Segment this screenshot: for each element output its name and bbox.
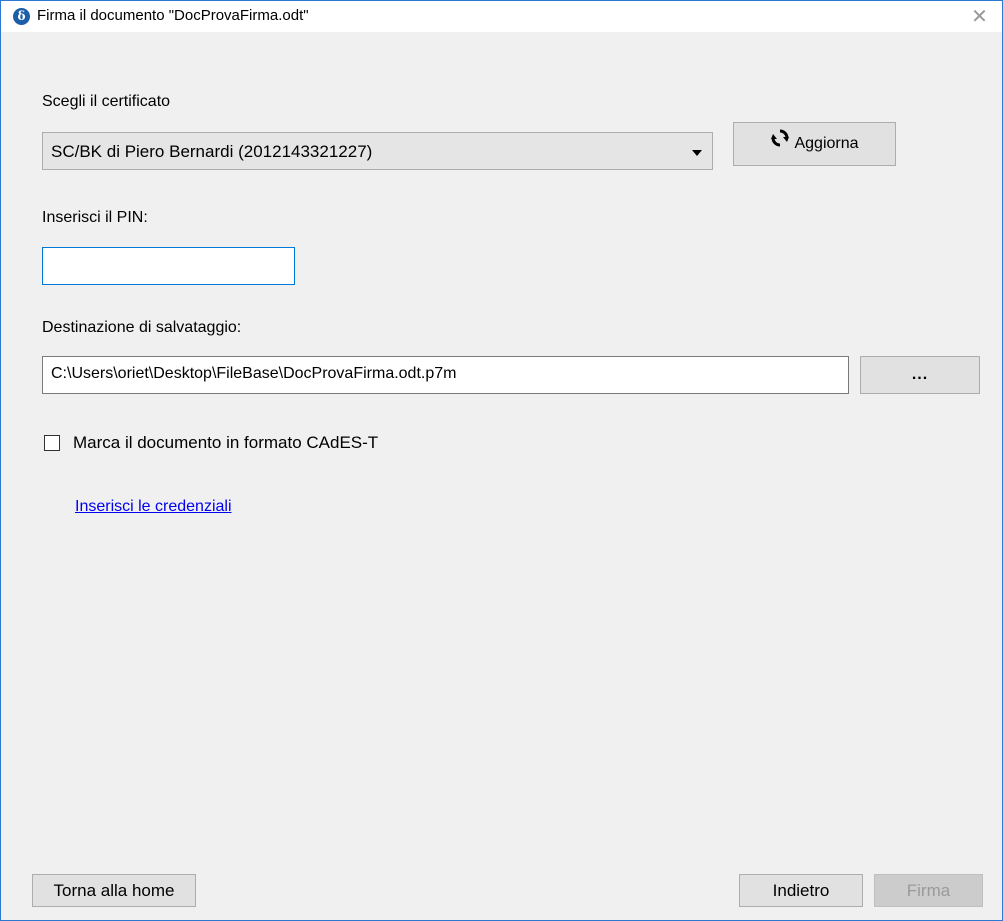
certificate-selected-value: SC/BK di Piero Bernardi (2012143321227) xyxy=(51,142,373,161)
credentials-link[interactable]: Inserisci le credenziali xyxy=(75,498,232,516)
destination-label: Destinazione di salvataggio: xyxy=(42,319,242,336)
chevron-down-icon xyxy=(692,150,702,156)
destination-path-field[interactable]: C:\Users\oriet\Desktop\FileBase\DocProva… xyxy=(42,356,849,394)
browse-button[interactable]: ... xyxy=(860,356,980,394)
cades-checkbox[interactable] xyxy=(44,435,60,451)
title-bar: δ Firma il documento "DocProvaFirma.odt"… xyxy=(1,1,1002,32)
certificate-select[interactable]: SC/BK di Piero Bernardi (2012143321227) xyxy=(42,132,713,170)
home-button[interactable]: Torna alla home xyxy=(32,874,196,907)
refresh-button-label: Aggiorna xyxy=(794,135,859,153)
refresh-button[interactable]: Aggiorna xyxy=(733,122,896,166)
dialog-window: δ Firma il documento "DocProvaFirma.odt"… xyxy=(0,0,1003,921)
cades-checkbox-label[interactable]: Marca il documento in formato CAdES-T xyxy=(73,433,378,453)
certificate-label: Scegli il certificato xyxy=(42,93,171,110)
pin-input[interactable] xyxy=(42,247,295,285)
back-button[interactable]: Indietro xyxy=(739,874,863,907)
pin-label: Inserisci il PIN: xyxy=(42,209,148,226)
sign-button[interactable]: Firma xyxy=(874,874,983,907)
app-logo-icon: δ xyxy=(13,8,30,25)
close-icon[interactable]: ✕ xyxy=(957,1,1002,32)
refresh-icon xyxy=(770,123,790,165)
window-title: Firma il documento "DocProvaFirma.odt" xyxy=(37,7,309,24)
